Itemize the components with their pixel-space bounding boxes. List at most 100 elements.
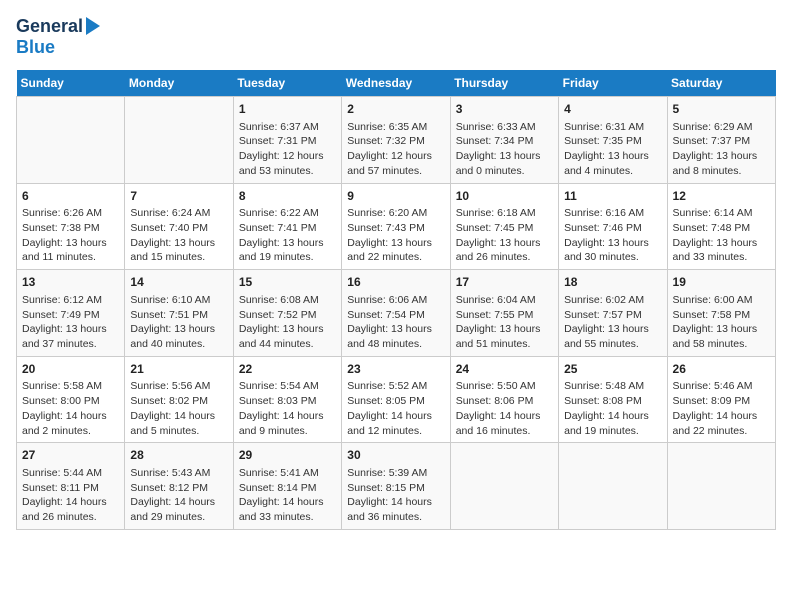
calendar-cell: 12Sunrise: 6:14 AMSunset: 7:48 PMDayligh… xyxy=(667,183,775,270)
day-number: 29 xyxy=(239,447,336,464)
calendar-cell: 1Sunrise: 6:37 AMSunset: 7:31 PMDaylight… xyxy=(233,97,341,184)
day-number: 8 xyxy=(239,188,336,205)
cell-info: Daylight: 13 hours and 48 minutes. xyxy=(347,322,444,351)
cell-info: Sunrise: 6:20 AM xyxy=(347,206,444,221)
col-header-sunday: Sunday xyxy=(17,70,125,97)
calendar-cell xyxy=(125,97,233,184)
cell-info: Sunset: 8:15 PM xyxy=(347,481,444,496)
cell-info: Daylight: 13 hours and 55 minutes. xyxy=(564,322,661,351)
cell-info: Daylight: 14 hours and 2 minutes. xyxy=(22,409,119,438)
cell-info: Sunrise: 6:08 AM xyxy=(239,293,336,308)
cell-info: Sunset: 7:32 PM xyxy=(347,134,444,149)
calendar-cell: 10Sunrise: 6:18 AMSunset: 7:45 PMDayligh… xyxy=(450,183,558,270)
cell-info: Sunset: 7:51 PM xyxy=(130,308,227,323)
col-header-thursday: Thursday xyxy=(450,70,558,97)
calendar-cell: 23Sunrise: 5:52 AMSunset: 8:05 PMDayligh… xyxy=(342,356,450,443)
calendar-week-row: 1Sunrise: 6:37 AMSunset: 7:31 PMDaylight… xyxy=(17,97,776,184)
cell-info: Daylight: 14 hours and 22 minutes. xyxy=(673,409,770,438)
cell-info: Sunset: 8:14 PM xyxy=(239,481,336,496)
cell-info: Sunrise: 5:43 AM xyxy=(130,466,227,481)
calendar-cell: 3Sunrise: 6:33 AMSunset: 7:34 PMDaylight… xyxy=(450,97,558,184)
calendar-cell: 5Sunrise: 6:29 AMSunset: 7:37 PMDaylight… xyxy=(667,97,775,184)
cell-info: Daylight: 13 hours and 40 minutes. xyxy=(130,322,227,351)
col-header-friday: Friday xyxy=(559,70,667,97)
cell-info: Sunrise: 6:06 AM xyxy=(347,293,444,308)
calendar-cell: 15Sunrise: 6:08 AMSunset: 7:52 PMDayligh… xyxy=(233,270,341,357)
day-number: 19 xyxy=(673,274,770,291)
calendar-cell: 18Sunrise: 6:02 AMSunset: 7:57 PMDayligh… xyxy=(559,270,667,357)
cell-info: Sunset: 8:08 PM xyxy=(564,394,661,409)
day-number: 2 xyxy=(347,101,444,118)
cell-info: Sunrise: 6:35 AM xyxy=(347,120,444,135)
cell-info: Daylight: 13 hours and 15 minutes. xyxy=(130,236,227,265)
cell-info: Sunset: 7:46 PM xyxy=(564,221,661,236)
calendar-cell xyxy=(667,443,775,530)
day-number: 13 xyxy=(22,274,119,291)
cell-info: Sunrise: 6:12 AM xyxy=(22,293,119,308)
cell-info: Daylight: 13 hours and 11 minutes. xyxy=(22,236,119,265)
calendar-week-row: 27Sunrise: 5:44 AMSunset: 8:11 PMDayligh… xyxy=(17,443,776,530)
cell-info: Daylight: 14 hours and 9 minutes. xyxy=(239,409,336,438)
cell-info: Daylight: 13 hours and 58 minutes. xyxy=(673,322,770,351)
cell-info: Sunrise: 5:48 AM xyxy=(564,379,661,394)
calendar-cell: 7Sunrise: 6:24 AMSunset: 7:40 PMDaylight… xyxy=(125,183,233,270)
col-header-saturday: Saturday xyxy=(667,70,775,97)
cell-info: Sunrise: 6:14 AM xyxy=(673,206,770,221)
cell-info: Sunrise: 6:02 AM xyxy=(564,293,661,308)
cell-info: Sunrise: 5:54 AM xyxy=(239,379,336,394)
calendar-cell: 22Sunrise: 5:54 AMSunset: 8:03 PMDayligh… xyxy=(233,356,341,443)
cell-info: Sunset: 7:31 PM xyxy=(239,134,336,149)
cell-info: Sunrise: 5:52 AM xyxy=(347,379,444,394)
cell-info: Sunrise: 6:29 AM xyxy=(673,120,770,135)
cell-info: Daylight: 13 hours and 8 minutes. xyxy=(673,149,770,178)
cell-info: Daylight: 13 hours and 37 minutes. xyxy=(22,322,119,351)
calendar-cell: 16Sunrise: 6:06 AMSunset: 7:54 PMDayligh… xyxy=(342,270,450,357)
cell-info: Daylight: 13 hours and 0 minutes. xyxy=(456,149,553,178)
day-number: 3 xyxy=(456,101,553,118)
cell-info: Sunset: 8:05 PM xyxy=(347,394,444,409)
cell-info: Daylight: 14 hours and 12 minutes. xyxy=(347,409,444,438)
logo-arrow-icon xyxy=(86,17,100,35)
cell-info: Sunrise: 6:22 AM xyxy=(239,206,336,221)
cell-info: Sunrise: 6:04 AM xyxy=(456,293,553,308)
cell-info: Sunrise: 5:50 AM xyxy=(456,379,553,394)
cell-info: Sunset: 7:41 PM xyxy=(239,221,336,236)
cell-info: Daylight: 12 hours and 53 minutes. xyxy=(239,149,336,178)
col-header-monday: Monday xyxy=(125,70,233,97)
cell-info: Sunrise: 6:16 AM xyxy=(564,206,661,221)
day-number: 23 xyxy=(347,361,444,378)
cell-info: Sunrise: 5:41 AM xyxy=(239,466,336,481)
cell-info: Sunrise: 6:37 AM xyxy=(239,120,336,135)
cell-info: Daylight: 14 hours and 36 minutes. xyxy=(347,495,444,524)
cell-info: Daylight: 13 hours and 26 minutes. xyxy=(456,236,553,265)
cell-info: Sunset: 7:45 PM xyxy=(456,221,553,236)
cell-info: Daylight: 13 hours and 44 minutes. xyxy=(239,322,336,351)
cell-info: Sunrise: 5:39 AM xyxy=(347,466,444,481)
cell-info: Sunset: 8:11 PM xyxy=(22,481,119,496)
cell-info: Sunset: 7:35 PM xyxy=(564,134,661,149)
col-header-tuesday: Tuesday xyxy=(233,70,341,97)
day-number: 16 xyxy=(347,274,444,291)
cell-info: Sunset: 8:06 PM xyxy=(456,394,553,409)
calendar-cell: 11Sunrise: 6:16 AMSunset: 7:46 PMDayligh… xyxy=(559,183,667,270)
calendar-cell: 21Sunrise: 5:56 AMSunset: 8:02 PMDayligh… xyxy=(125,356,233,443)
calendar-cell: 17Sunrise: 6:04 AMSunset: 7:55 PMDayligh… xyxy=(450,270,558,357)
cell-info: Sunset: 8:02 PM xyxy=(130,394,227,409)
col-header-wednesday: Wednesday xyxy=(342,70,450,97)
cell-info: Sunrise: 6:00 AM xyxy=(673,293,770,308)
logo-general: General xyxy=(16,16,83,37)
day-number: 30 xyxy=(347,447,444,464)
cell-info: Sunset: 7:55 PM xyxy=(456,308,553,323)
calendar-cell: 2 Sunrise: 6:35 AMSunset: 7:32 PMDaylight… xyxy=(342,97,450,184)
cell-info: Daylight: 12 hours and 57 minutes. xyxy=(347,149,444,178)
logo: General Blue xyxy=(16,16,100,58)
day-number: 28 xyxy=(130,447,227,464)
calendar-cell xyxy=(17,97,125,184)
day-number: 15 xyxy=(239,274,336,291)
cell-info: Sunrise: 5:46 AM xyxy=(673,379,770,394)
day-number: 11 xyxy=(564,188,661,205)
cell-info: Daylight: 14 hours and 16 minutes. xyxy=(456,409,553,438)
calendar-header-row: SundayMondayTuesdayWednesdayThursdayFrid… xyxy=(17,70,776,97)
logo-blue: Blue xyxy=(16,37,55,57)
day-number: 18 xyxy=(564,274,661,291)
